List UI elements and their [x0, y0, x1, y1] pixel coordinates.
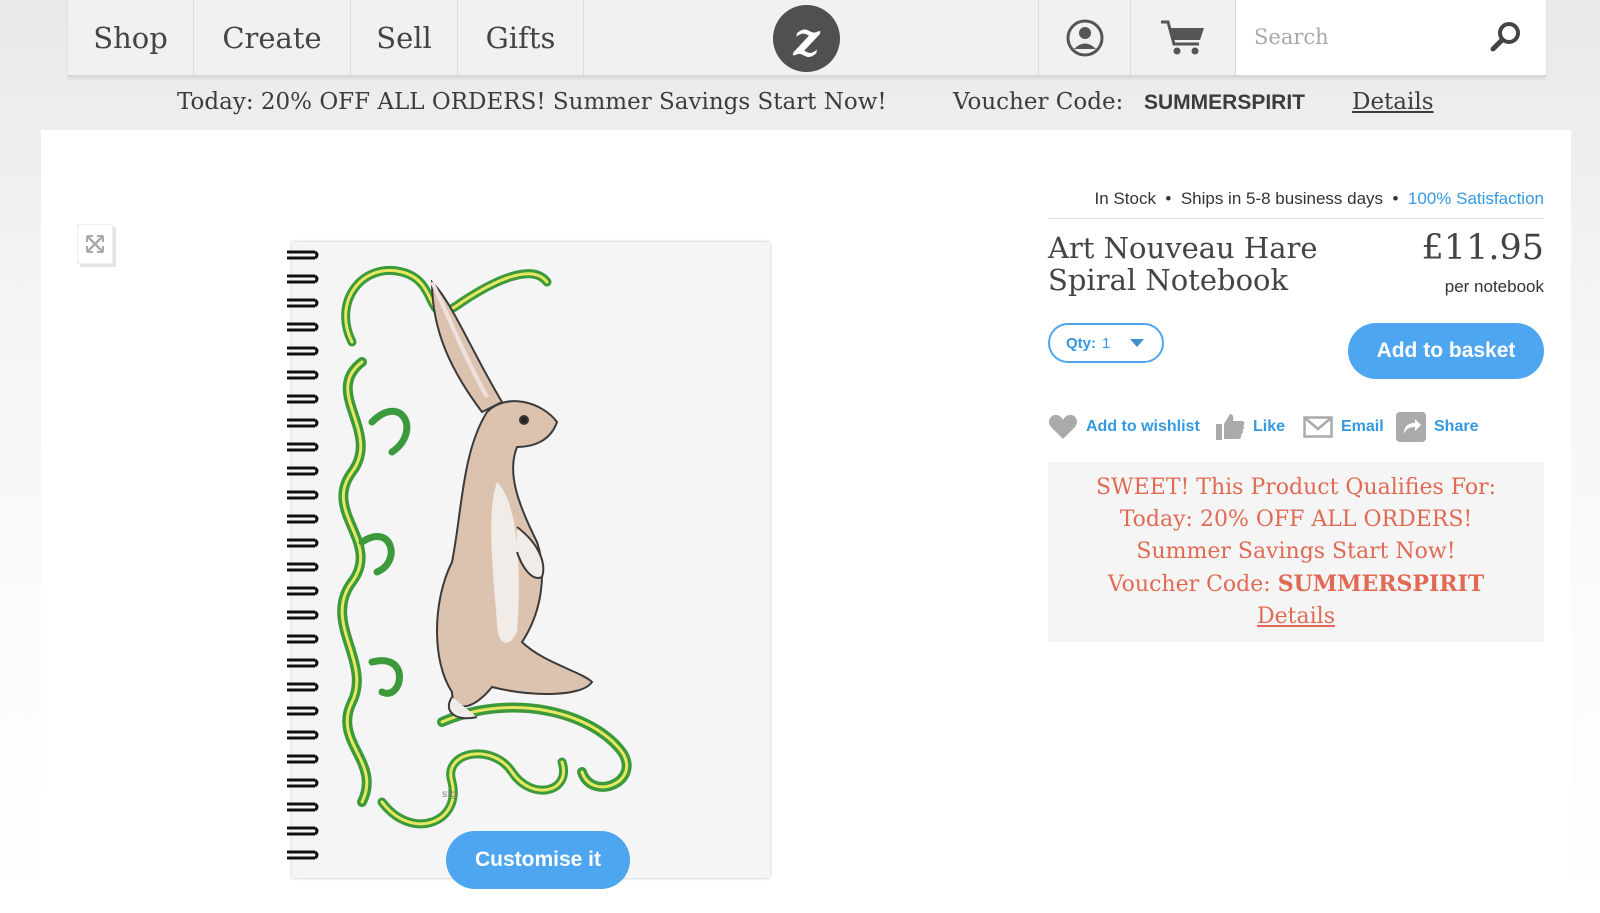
search-icon[interactable] [1489, 20, 1523, 54]
nav-gifts[interactable]: Gifts [458, 0, 584, 75]
search-box [1235, 0, 1546, 75]
heart-icon [1048, 414, 1078, 439]
offer-box: SWEET! This Product Qualifies For: Today… [1048, 462, 1544, 642]
offer-voucher: Voucher Code: SUMMERSPIRIT [1048, 568, 1544, 601]
promo-banner: Today: 20% OFF ALL ORDERS! Summer Saving… [0, 80, 1600, 126]
logo-letter: z [793, 11, 820, 66]
envelope-icon [1303, 416, 1333, 438]
promo-text: Today: 20% OFF ALL ORDERS! Summer Saving… [177, 89, 887, 115]
qty-value: 1 [1102, 334, 1111, 352]
customise-button[interactable]: Customise it [446, 831, 630, 889]
account-icon [1066, 19, 1103, 56]
spiral-binding [285, 250, 319, 860]
price-unit: per notebook [1444, 277, 1544, 296]
like-label: Like [1253, 418, 1286, 435]
share-button[interactable]: Share [1396, 412, 1478, 442]
like-button[interactable]: Like [1215, 412, 1285, 442]
expand-icon [86, 235, 104, 253]
cart-icon [1161, 20, 1204, 54]
zazzle-logo[interactable]: z [773, 5, 840, 72]
share-label: Share [1434, 418, 1479, 435]
svg-text:sig: sig [442, 789, 457, 800]
wishlist-label: Add to wishlist [1086, 418, 1200, 435]
share-icon [1396, 412, 1426, 442]
top-navigation: Shop Create Sell Gifts z [68, 0, 1546, 77]
product-title: Art Nouveau Hare Spiral Notebook [1048, 231, 1318, 297]
quantity-select[interactable]: Qty: 1 [1048, 323, 1164, 363]
divider [1048, 218, 1544, 219]
shipping-info: Ships in 5-8 business days [1180, 189, 1384, 208]
offer-voucher-code: SUMMERSPIRIT [1277, 571, 1485, 597]
offer-line-3: Summer Savings Start Now! [1136, 539, 1456, 564]
stock-status: In Stock [1094, 189, 1156, 208]
offer-line-1: SWEET! This Product Qualifies For: [1095, 475, 1497, 500]
wishlist-button[interactable]: Add to wishlist [1048, 412, 1200, 442]
account-button[interactable] [1038, 0, 1130, 75]
qty-label: Qty: [1066, 334, 1096, 352]
thumbs-up-icon [1216, 414, 1245, 440]
expand-image-button[interactable] [77, 224, 113, 264]
satisfaction-link[interactable]: 100% Satisfaction [1408, 189, 1544, 208]
offer-voucher-label: Voucher Code: [1107, 572, 1271, 597]
email-label: Email [1341, 418, 1384, 435]
offer-line-2: Today: 20% OFF ALL ORDERS! [1119, 507, 1473, 532]
product-price: £11.95 [1421, 228, 1544, 268]
nav-sell[interactable]: Sell [351, 0, 458, 75]
search-input[interactable] [1254, 18, 1484, 56]
stock-info: In Stock • Ships in 5-8 business days • … [1094, 189, 1544, 208]
offer-details-link[interactable]: Details [1048, 601, 1544, 633]
product-image[interactable]: sig [292, 242, 770, 878]
add-to-basket-button[interactable]: Add to basket [1348, 323, 1544, 379]
chevron-down-icon [1130, 339, 1144, 347]
nav-create[interactable]: Create [194, 0, 351, 75]
email-button[interactable]: Email [1303, 412, 1384, 442]
promo-voucher-label: Voucher Code: [953, 89, 1124, 115]
promo-voucher-code: SUMMERSPIRIT [1144, 91, 1306, 114]
cart-button[interactable] [1130, 0, 1235, 75]
promo-details-link[interactable]: Details [1352, 89, 1434, 115]
hare-illustration: sig [337, 266, 632, 829]
nav-shop[interactable]: Shop [68, 0, 194, 75]
